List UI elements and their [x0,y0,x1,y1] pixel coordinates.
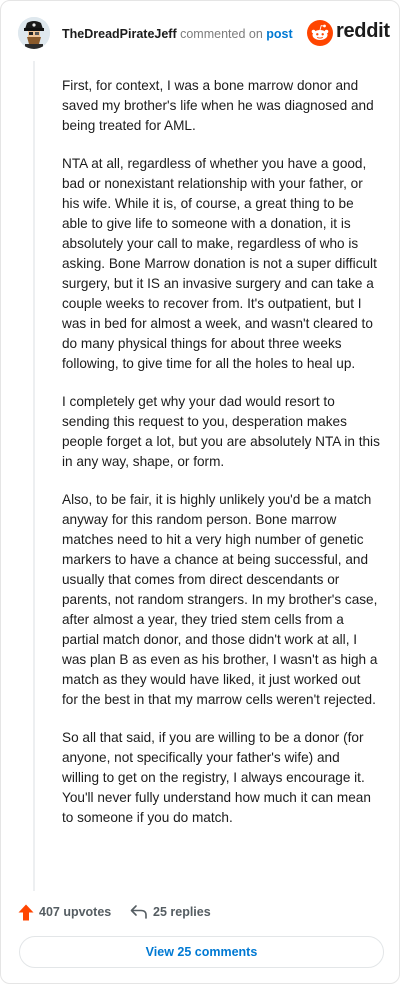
reddit-brand[interactable]: reddit [307,20,390,46]
action-text: commented on [180,27,263,41]
reddit-logo-icon [307,20,333,46]
avatar[interactable] [18,17,50,49]
author-name[interactable]: TheDreadPirateJeff [62,27,177,41]
view-comments-button[interactable]: View 25 comments [19,936,384,968]
comment-paragraph: NTA at all, regardless of whether you ha… [62,156,377,371]
comment-paragraph: First, for context, I was a bone marrow … [62,78,374,133]
reply-count: 25 replies [153,905,211,919]
upvote-count: 407 upvotes [39,905,112,919]
reply-arrow-icon [130,905,147,919]
brand-wordmark: reddit [336,20,390,42]
comment-actions: 407 upvotes 25 replies [18,901,378,923]
comment-paragraph: So all that said, if you are willing to … [62,730,371,825]
thread-line[interactable] [33,61,35,891]
post-link[interactable]: post [266,27,292,41]
comment-card: TheDreadPirateJeff commented on post red… [0,0,400,984]
upvote-button[interactable]: 407 upvotes [18,901,111,923]
comment-body: First, for context, I was a bone marrow … [62,76,380,846]
comment-header: TheDreadPirateJeff commented on post red… [18,17,390,51]
comment-paragraph: Also, to be fair, it is highly unlikely … [62,492,378,707]
replies-button[interactable]: 25 replies [130,901,211,923]
upvote-arrow-icon [18,904,34,920]
author-line: TheDreadPirateJeff commented on post [62,27,293,41]
comment-paragraph: I completely get why your dad would reso… [62,394,380,469]
